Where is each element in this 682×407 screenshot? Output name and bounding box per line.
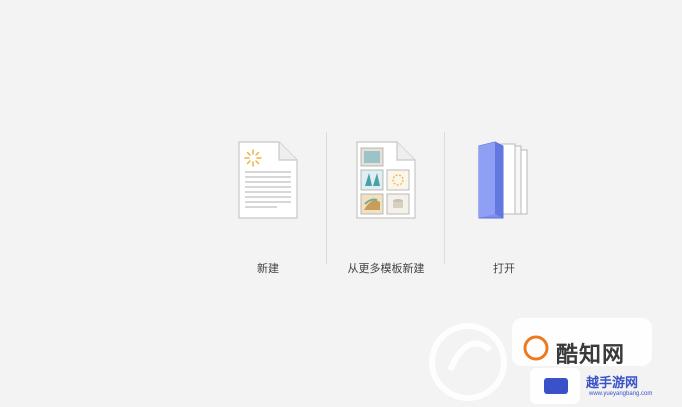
watermark-brand: 酷知网 [556, 342, 626, 367]
new-document-label: 新建 [257, 263, 279, 275]
open-label: 打开 [493, 263, 515, 275]
open-option[interactable]: 打开 [445, 140, 563, 280]
watermark-url: www.yueyangbang.com [589, 391, 653, 397]
open-folder-icon [464, 140, 544, 232]
new-document-option[interactable]: 新建 [209, 140, 327, 280]
new-from-template-option[interactable]: 从更多模板新建 [327, 140, 445, 280]
new-from-template-label: 从更多模板新建 [347, 263, 425, 275]
watermark-brand-secondary: 越手游网 [586, 375, 639, 390]
template-document-icon [346, 140, 426, 232]
new-document-icon [228, 140, 308, 232]
